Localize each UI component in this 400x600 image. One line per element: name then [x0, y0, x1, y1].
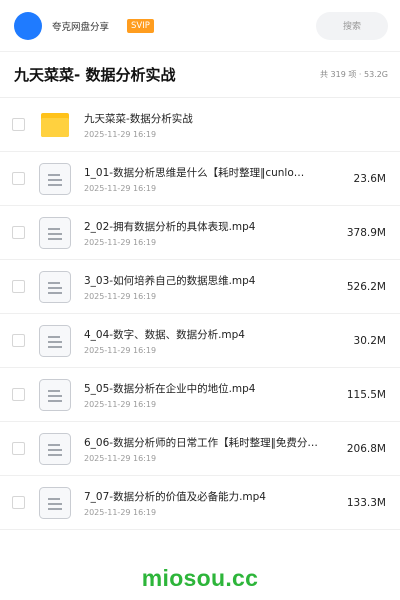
file-name: 6_06-数据分析师的日常工作【耗时整理‖免费分享… — [84, 436, 322, 449]
file-size: 30.2M — [353, 334, 386, 347]
file-size: 378.9M — [346, 226, 386, 239]
row-checkbox[interactable] — [12, 388, 25, 401]
document-icon — [38, 324, 72, 358]
file-row[interactable]: 7_07-数据分析的价值及必备能力.mp4 2025-11-29 16:19 1… — [0, 476, 400, 530]
file-date: 2025-11-29 16:19 — [84, 291, 157, 301]
row-checkbox[interactable] — [12, 118, 25, 131]
folder-icon — [38, 108, 72, 142]
row-checkbox[interactable] — [12, 334, 25, 347]
file-list: 九天菜菜-数据分析实战 2025-11-29 16:19 1_01-数据分析思维… — [0, 98, 400, 530]
file-row[interactable]: 1_01-数据分析思维是什么【耗时整理‖cunlo… 2025-11-29 16… — [0, 152, 400, 206]
sharer-name[interactable]: 夸克网盘分享 — [52, 19, 109, 33]
document-icon — [38, 162, 72, 196]
share-header: 夸克网盘分享 SVIP 搜索 — [0, 0, 400, 52]
folder-stats: 共 319 项 · 53.2G — [320, 70, 388, 79]
file-date: 2025-11-29 16:19 — [84, 507, 157, 517]
file-row[interactable]: 4_04-数字、数据、数据分析.mp4 2025-11-29 16:19 30.… — [0, 314, 400, 368]
file-row[interactable]: 6_06-数据分析师的日常工作【耗时整理‖免费分享… 2025-11-29 16… — [0, 422, 400, 476]
file-name: 7_07-数据分析的价值及必备能力.mp4 — [84, 490, 266, 503]
file-name: 5_05-数据分析在企业中的地位.mp4 — [84, 382, 256, 395]
file-meta: 1_01-数据分析思维是什么【耗时整理‖cunlo… 2025-11-29 16… — [84, 165, 348, 193]
file-meta: 5_05-数据分析在企业中的地位.mp4 2025-11-29 16:19 — [84, 381, 341, 409]
file-meta: 2_02-拥有数据分析的具体表现.mp4 2025-11-29 16:19 — [84, 219, 341, 247]
file-meta: 4_04-数字、数据、数据分析.mp4 2025-11-29 16:19 — [84, 327, 348, 355]
file-meta: 3_03-如何培养自己的数据思维.mp4 2025-11-29 16:19 — [84, 273, 341, 301]
file-name: 4_04-数字、数据、数据分析.mp4 — [84, 328, 245, 341]
file-meta: 7_07-数据分析的价值及必备能力.mp4 2025-11-29 16:19 — [84, 489, 341, 517]
file-row[interactable]: 九天菜菜-数据分析实战 2025-11-29 16:19 — [0, 98, 400, 152]
document-icon — [38, 378, 72, 412]
file-name: 1_01-数据分析思维是什么【耗时整理‖cunlo… — [84, 166, 305, 179]
page-title: 九天菜菜- 数据分析实战 — [14, 66, 176, 84]
search-input[interactable]: 搜索 — [316, 11, 388, 40]
row-checkbox[interactable] — [12, 280, 25, 293]
document-icon — [38, 432, 72, 466]
file-size: 526.2M — [346, 280, 386, 293]
site-watermark: miosou.cc — [141, 565, 259, 591]
file-row[interactable]: 3_03-如何培养自己的数据思维.mp4 2025-11-29 16:19 52… — [0, 260, 400, 314]
document-icon — [38, 270, 72, 304]
row-checkbox[interactable] — [12, 442, 25, 455]
document-icon — [38, 486, 72, 520]
file-size: 23.6M — [353, 172, 386, 185]
avatar[interactable] — [14, 11, 42, 40]
file-date: 2025-11-29 16:19 — [84, 183, 157, 193]
file-meta: 6_06-数据分析师的日常工作【耗时整理‖免费分享… 2025-11-29 16… — [84, 435, 341, 463]
file-size: 206.8M — [346, 442, 386, 455]
file-date: 2025-11-29 16:19 — [84, 237, 157, 247]
file-row[interactable]: 2_02-拥有数据分析的具体表现.mp4 2025-11-29 16:19 37… — [0, 206, 400, 260]
file-date: 2025-11-29 16:19 — [84, 399, 157, 409]
svip-badge: SVIP — [127, 18, 154, 33]
folder-header: 九天菜菜- 数据分析实战 共 319 项 · 53.2G — [0, 52, 400, 98]
file-date: 2025-11-29 16:19 — [84, 129, 157, 139]
row-checkbox[interactable] — [12, 496, 25, 509]
file-date: 2025-11-29 16:19 — [84, 453, 157, 463]
file-name: 3_03-如何培养自己的数据思维.mp4 — [84, 274, 256, 287]
file-meta: 九天菜菜-数据分析实战 2025-11-29 16:19 — [84, 111, 380, 139]
file-name: 2_02-拥有数据分析的具体表现.mp4 — [84, 220, 256, 233]
file-row[interactable]: 5_05-数据分析在企业中的地位.mp4 2025-11-29 16:19 11… — [0, 368, 400, 422]
file-size: 133.3M — [346, 496, 386, 509]
document-icon — [38, 216, 72, 250]
file-date: 2025-11-29 16:19 — [84, 345, 157, 355]
file-size: 115.5M — [346, 388, 386, 401]
row-checkbox[interactable] — [12, 226, 25, 239]
row-checkbox[interactable] — [12, 172, 25, 185]
search-placeholder: 搜索 — [342, 22, 361, 32]
file-name: 九天菜菜-数据分析实战 — [84, 112, 193, 125]
